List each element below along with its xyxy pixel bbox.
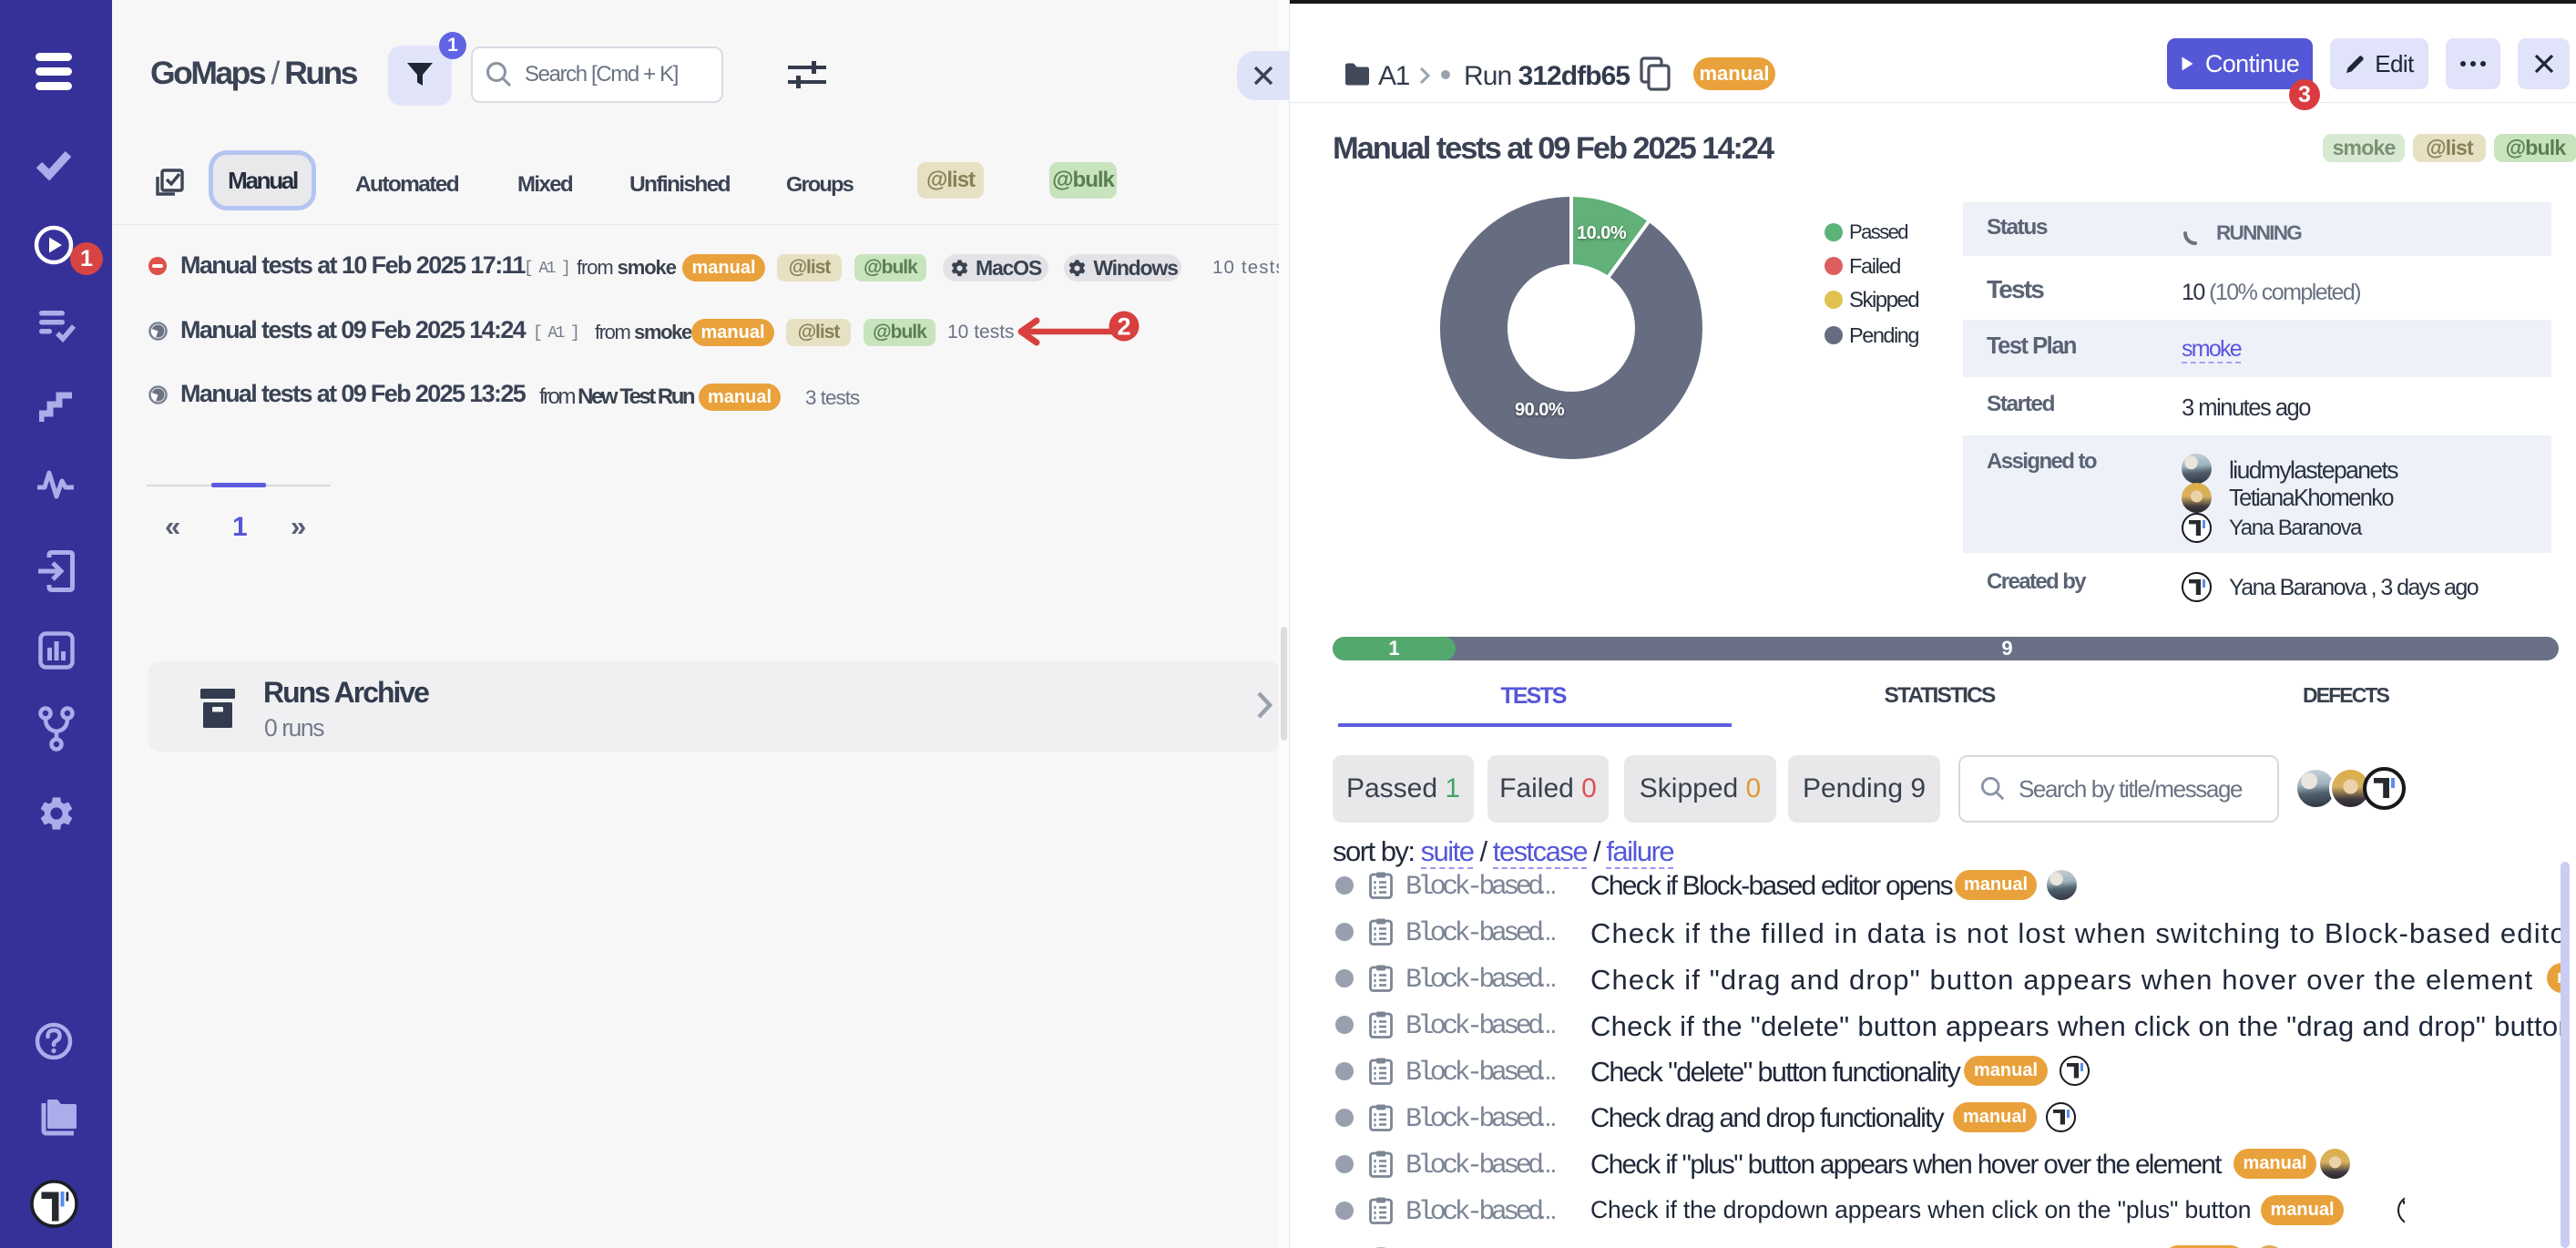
svg-text:2: 2 — [1117, 313, 1130, 341]
